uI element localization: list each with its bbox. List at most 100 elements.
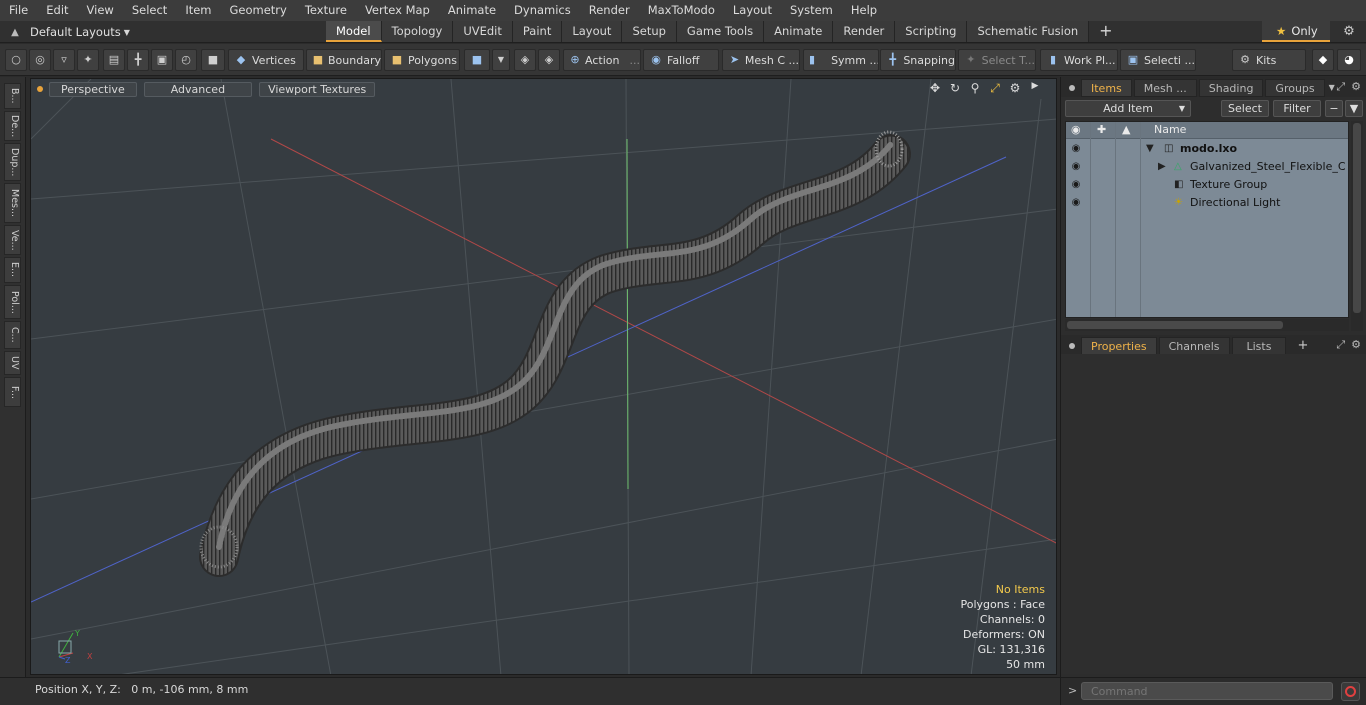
visibility-column-icon[interactable]: ◉ <box>1071 123 1081 136</box>
strip-tab-6[interactable]: E... <box>4 257 21 283</box>
tab-groups[interactable]: Groups <box>1265 79 1325 97</box>
layout-selector[interactable]: ▲ Default Layouts ▼ <box>0 21 130 43</box>
selection-sets-button[interactable]: ▣ Selecti ... <box>1120 49 1196 71</box>
chevron-down-icon[interactable]: ▼ <box>1329 83 1335 92</box>
menu-render[interactable]: Render <box>580 0 639 21</box>
record-macro-button[interactable] <box>1341 682 1360 701</box>
menu-select[interactable]: Select <box>123 0 176 21</box>
select-circle-button[interactable]: ○ <box>5 49 27 71</box>
strip-tab-3[interactable]: Dup... <box>4 143 21 181</box>
boundary-button[interactable]: ■ Boundary <box>306 49 382 71</box>
frame-button[interactable]: ▣ <box>151 49 173 71</box>
3d-viewport[interactable]: Y X Z Perspective Advanced Viewport Text… <box>30 78 1057 675</box>
collapse-button[interactable]: − <box>1325 100 1343 117</box>
strip-tab-7[interactable]: Pol... <box>4 285 21 319</box>
falloff-button[interactable]: ◉ Falloff <box>643 49 719 71</box>
align-button[interactable]: ▤ <box>103 49 125 71</box>
tab-setup[interactable]: Setup <box>622 21 677 42</box>
menu-file[interactable]: File <box>0 0 37 21</box>
menu-maxtomodo[interactable]: MaxToModo <box>639 0 724 21</box>
panel-menu-dot[interactable] <box>1069 85 1075 91</box>
strip-tab-9[interactable]: UV <box>4 351 21 375</box>
tab-items[interactable]: Items <box>1081 79 1132 97</box>
tab-paint[interactable]: Paint <box>512 21 563 42</box>
tree-row-directional-light[interactable]: ◉ ☀ Directional Light <box>1066 194 1348 212</box>
brush-button[interactable]: ✦ <box>77 49 99 71</box>
tab-layout[interactable]: Layout <box>562 21 623 42</box>
mode-dropdown-button[interactable]: ▼ <box>492 49 510 71</box>
pen-button[interactable]: ▿ <box>53 49 75 71</box>
maximize-icon[interactable]: ⤢ <box>988 81 1002 96</box>
tab-mesh[interactable]: Mesh ... <box>1133 79 1197 97</box>
tab-game-tools[interactable]: Game Tools <box>676 21 765 42</box>
gear-icon[interactable]: ⚙ <box>1008 81 1022 96</box>
strip-tab-8[interactable]: C... <box>4 321 21 349</box>
menu-help[interactable]: Help <box>842 0 886 21</box>
menu-system[interactable]: System <box>781 0 842 21</box>
filter-button[interactable]: Filter <box>1273 100 1321 117</box>
tab-topology[interactable]: Topology <box>381 21 454 42</box>
tree-row-mesh[interactable]: ◉ ▶ △ Galvanized_Steel_Flexible_C ... <box>1066 158 1348 176</box>
select-button[interactable]: Select <box>1221 100 1269 117</box>
tab-animate[interactable]: Animate <box>764 21 834 42</box>
strip-tab-5[interactable]: Ve... <box>4 225 21 255</box>
menu-geometry[interactable]: Geometry <box>221 0 296 21</box>
menu-item[interactable]: Item <box>176 0 220 21</box>
snapping-button[interactable]: ╋ Snapping <box>880 49 956 71</box>
tab-render[interactable]: Render <box>833 21 896 42</box>
symmetry-toggle-2[interactable]: ◈ <box>538 49 560 71</box>
rotate-icon[interactable]: ↻ <box>948 81 962 96</box>
menu-layout[interactable]: Layout <box>724 0 781 21</box>
strip-tab-2[interactable]: De... <box>4 111 21 141</box>
viewport-textures-button[interactable]: Viewport Textures <box>259 81 376 97</box>
expand-icon[interactable]: ⤢ <box>1336 338 1345 352</box>
move-icon[interactable]: ✥ <box>928 81 942 96</box>
tab-schematic-fusion[interactable]: Schematic Fusion <box>967 21 1090 42</box>
play-icon[interactable]: ▶ <box>1028 81 1042 96</box>
tree-row-scene[interactable]: ◉ ▼ ◫ modo.lxo <box>1066 140 1348 158</box>
menu-texture[interactable]: Texture <box>296 0 356 21</box>
material-mode-button[interactable]: ■ <box>464 49 490 71</box>
time-button[interactable]: ◴ <box>175 49 197 71</box>
tab-scripting[interactable]: Scripting <box>895 21 968 42</box>
tab-model[interactable]: Model <box>326 21 382 42</box>
menu-dynamics[interactable]: Dynamics <box>505 0 580 21</box>
item-list-vscrollbar[interactable] <box>1351 121 1363 331</box>
menu-animate[interactable]: Animate <box>439 0 505 21</box>
tab-channels[interactable]: Channels <box>1158 337 1230 355</box>
tree-row-texture-group[interactable]: ◉ ◧ Texture Group <box>1066 176 1348 194</box>
menu-vertex-map[interactable]: Vertex Map <box>356 0 439 21</box>
viewport-menu-dot[interactable] <box>37 86 43 92</box>
select-through-button[interactable]: ✦ Select T... <box>958 49 1036 71</box>
tab-uvedit[interactable]: UVEdit <box>453 21 513 42</box>
eye-icon[interactable]: ◉ <box>1069 194 1083 212</box>
strip-tab-4[interactable]: Mes... <box>4 183 21 223</box>
add-tab-button[interactable]: + <box>1089 21 1122 42</box>
strip-tab-1[interactable]: B... <box>4 83 21 109</box>
tab-shading[interactable]: Shading <box>1198 79 1264 97</box>
symmetry-toggle-1[interactable]: ◈ <box>514 49 536 71</box>
unity-button[interactable]: ◆ <box>1312 49 1334 71</box>
lock-column-icon[interactable]: ✚ <box>1097 123 1106 136</box>
menu-edit[interactable]: Edit <box>37 0 77 21</box>
polygons-button[interactable]: ■ Polygons <box>384 49 460 71</box>
eye-icon[interactable]: ◉ <box>1069 140 1083 158</box>
eye-icon[interactable]: ◉ <box>1069 158 1083 176</box>
perspective-button[interactable]: Perspective <box>49 81 137 97</box>
layout-up-icon[interactable]: ▲ <box>0 27 30 38</box>
menu-view[interactable]: View <box>78 0 123 21</box>
only-toggle[interactable]: ★ Only <box>1262 21 1330 42</box>
vertices-button[interactable]: ◆ Vertices <box>228 49 304 71</box>
expand-arrow-icon[interactable]: ▼ <box>1146 140 1154 158</box>
command-input[interactable] <box>1081 682 1333 700</box>
tab-properties[interactable]: Properties <box>1081 337 1157 355</box>
tab-lists[interactable]: Lists <box>1231 337 1287 355</box>
add-panel-tab-button[interactable]: + <box>1288 337 1317 355</box>
strip-tab-10[interactable]: F... <box>4 377 21 407</box>
expand-icon[interactable]: ⤢ <box>1336 80 1345 94</box>
zoom-icon[interactable]: ⚲ <box>968 81 982 96</box>
work-plane-button[interactable]: ▮ Work Pl... <box>1040 49 1118 71</box>
add-item-button[interactable]: Add Item ▼ <box>1065 100 1191 117</box>
advanced-button[interactable]: Advanced <box>143 81 253 97</box>
name-column-header[interactable]: Name <box>1154 123 1186 136</box>
